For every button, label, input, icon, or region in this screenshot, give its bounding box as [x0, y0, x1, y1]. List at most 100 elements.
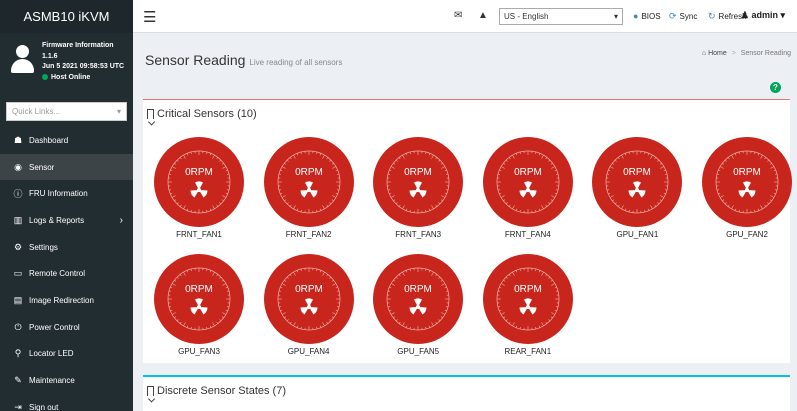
sidebar-item-dashboard[interactable]: ☗ Dashboard [0, 127, 133, 154]
critical-sensors-box: Critical Sensors (10) 0RPM FRNT_FAN1 0RP… [143, 99, 792, 363]
gauge-reading: 0RPM [295, 167, 323, 178]
gauge-dial: 0RPM [592, 137, 683, 227]
breadcrumb-home[interactable]: Home [708, 50, 727, 57]
sidebar-item-label: Sign out [29, 402, 59, 411]
chevron-right-icon: › [119, 214, 123, 226]
top-header: ☰ ✉ ▲ US - English ▾ ● BIOS ⟳ Sync ↻ Refres… [133, 0, 797, 33]
page-title: Sensor Reading Live reading of all sensor… [145, 52, 342, 68]
user-menu[interactable]: ♟ admin ▾ [741, 10, 785, 21]
language-select[interactable]: US - English ▾ [499, 8, 623, 25]
sidebar-item-label: Remote Control [29, 269, 86, 279]
sidebar-item-maintenance[interactable]: ✎ Maintenance [0, 367, 133, 394]
online-status-icon [42, 73, 48, 80]
gauge-reading: 0RPM [514, 167, 542, 178]
fan-gauge-label: REAR_FAN1 [504, 347, 552, 356]
refresh-icon: ↻ [708, 11, 716, 21]
sensor-icon: ◉ [14, 161, 22, 172]
sync-label: Sync [679, 12, 698, 21]
gauge-dial: 0RPM [702, 137, 792, 227]
firmware-version: 1.1.6 [42, 52, 58, 60]
home-icon: ⌂ [701, 50, 707, 57]
sidebar: ASMB10 iKVM Firmware Information 1.1.6 J… [0, 0, 133, 411]
fan-gauge-label: FRNT_FAN3 [395, 230, 442, 239]
gauge-reading: 0RPM [295, 284, 323, 295]
username: admin [751, 10, 778, 20]
info-icon: ● [633, 11, 639, 21]
sidebar-item-sensor[interactable]: ◉ Sensor [0, 153, 133, 181]
user-icon: ♟ [740, 10, 749, 20]
drive-icon: ▤ [13, 294, 23, 305]
sidebar-item-label: Settings [29, 242, 58, 252]
user-panel: Firmware Information 1.1.6 Jun 5 2021 09… [0, 33, 133, 95]
envelope-icon[interactable]: ✉ [454, 10, 462, 21]
hamburger-menu-icon[interactable]: ☰ [143, 8, 156, 26]
wrench-icon: ✎ [14, 375, 22, 386]
fan-gauge-label: GPU_FAN4 [287, 347, 330, 356]
gauge-reading: 0RPM [185, 284, 213, 295]
discrete-sensors-box: Discrete Sensor States (7) [143, 375, 790, 411]
breadcrumb-current: Sensor Reading [740, 50, 791, 57]
discrete-sensors-title-text: Discrete Sensor States (7) [157, 385, 286, 397]
sidebar-item-label: Locator LED [29, 349, 74, 359]
sidebar-item-label: Maintenance [29, 376, 75, 386]
gauge-reading: 0RPM [514, 284, 542, 295]
signout-icon: ⇥ [14, 401, 22, 411]
language-value: US - English [504, 12, 549, 21]
gauge-dial: 0RPM [482, 137, 573, 227]
gauge-dial: 0RPM [263, 137, 354, 227]
firmware-title: Firmware Information [42, 42, 114, 49]
gauge-reading: 0RPM [404, 167, 432, 178]
sidebar-item-remote-control[interactable]: ▭ Remote Control [0, 260, 133, 287]
warning-icon[interactable]: ▲ [478, 10, 488, 21]
monitor-icon: ▭ [13, 268, 23, 279]
quick-links-placeholder: Quick Links... [12, 107, 61, 116]
help-icon[interactable]: ? [770, 82, 781, 93]
bookmark-icon [147, 109, 154, 119]
info-icon: ⓘ [13, 189, 23, 200]
bookmark-icon [147, 386, 154, 396]
sidebar-item-label: Image Redirection [29, 295, 94, 305]
app-logo[interactable]: ASMB10 iKVM [0, 0, 133, 33]
sidebar-item-logs-reports[interactable]: ▥ Logs & Reports › [0, 207, 133, 234]
sidebar-item-label: Dashboard [29, 135, 69, 145]
sidebar-item-image-redirection[interactable]: ▤ Image Redirection [0, 287, 133, 314]
gauge-reading: 0RPM [185, 167, 213, 178]
fan-gauge-label: GPU_FAN1 [616, 230, 659, 239]
gauge-reading: 0RPM [404, 284, 432, 295]
sidebar-item-fru-information[interactable]: ⓘ FRU Information [0, 180, 133, 207]
dashboard-icon: ☗ [13, 134, 23, 145]
sidebar-item-label: FRU Information [29, 189, 88, 199]
sidebar-item-sign-out[interactable]: ⇥ Sign out [0, 394, 133, 411]
gauge-dial: 0RPM [263, 254, 354, 344]
fan-gauge-label: FRNT_FAN4 [504, 230, 551, 239]
gauge-dial: 0RPM [482, 254, 573, 344]
discrete-sensors-title: Discrete Sensor States (7) [147, 385, 286, 397]
gauge-dial: 0RPM [373, 137, 464, 227]
sidebar-item-settings[interactable]: ⚙ Settings [0, 234, 133, 261]
gauge-dial: 0RPM [154, 137, 244, 227]
sidebar-menu: ☗ Dashboard ◉ Sensor ⓘ FRU Information ▥ Logs &… [0, 127, 133, 411]
power-icon: ⏻ [14, 321, 22, 332]
sidebar-item-power-control[interactable]: ⏻ Power Control [0, 314, 133, 341]
fan-gauge-label: GPU_FAN3 [178, 347, 220, 356]
sync-button[interactable]: ⟳ Sync [669, 11, 697, 22]
chevron-down-icon: ▾ [613, 12, 618, 21]
sidebar-item-label: Power Control [29, 322, 80, 332]
fan-gauge-label: FRNT_FAN2 [285, 230, 332, 239]
avatar [9, 45, 35, 75]
chevron-down-icon: ▾ [116, 107, 121, 116]
sidebar-item-label: Sensor [29, 162, 55, 172]
gauge-dial: 0RPM [373, 254, 464, 344]
sidebar-item-locator-led[interactable]: ⚲ Locator LED [0, 341, 133, 368]
firmware-info: Firmware Information 1.1.6 Jun 5 2021 09… [42, 41, 124, 95]
fan-gauge-label: GPU_FAN2 [726, 230, 768, 239]
bios-button[interactable]: ● BIOS [633, 11, 661, 21]
gear-icon: ⚙ [13, 241, 23, 252]
gauge-reading: 0RPM [733, 167, 761, 178]
bios-label: BIOS [641, 11, 661, 21]
sidebar-item-label: Logs & Reports [29, 215, 85, 225]
quick-links-select[interactable]: Quick Links... ▾ [6, 102, 127, 121]
gauge-dial: 0RPM [154, 254, 244, 344]
host-status: Host Online [51, 73, 91, 81]
critical-sensors-title: Critical Sensors (10) [147, 108, 257, 120]
